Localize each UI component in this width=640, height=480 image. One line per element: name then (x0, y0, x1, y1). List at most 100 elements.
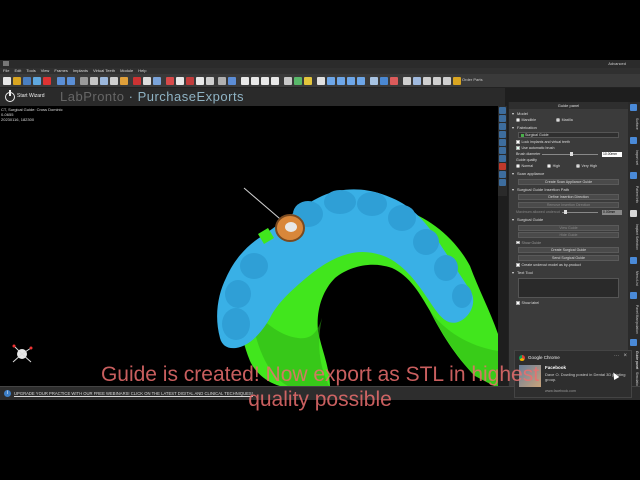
grid-icon[interactable] (143, 77, 151, 85)
define-insertion-button[interactable]: Define Insertion Direction (518, 194, 619, 200)
rotate-icon[interactable] (327, 77, 335, 85)
mandible-radio[interactable] (516, 118, 520, 122)
new-file-icon[interactable] (3, 77, 11, 85)
align-icon[interactable] (284, 77, 292, 85)
redo-icon[interactable] (67, 77, 75, 85)
section-header-text-tool[interactable]: Text Tool (512, 270, 625, 276)
scan-icon[interactable] (228, 77, 236, 85)
implant-tab-icon[interactable] (630, 210, 637, 217)
quality-very-high-radio[interactable] (576, 164, 580, 168)
light-icon[interactable] (304, 77, 312, 85)
close-icon[interactable]: × (623, 353, 627, 359)
tooth-3-icon[interactable] (261, 77, 269, 85)
tab-implant-selection[interactable]: Implant Selection (629, 219, 639, 255)
more-options-icon[interactable]: ··· (614, 353, 619, 359)
copy-icon[interactable] (90, 77, 98, 85)
guide-tab-icon[interactable] (630, 339, 637, 346)
start-wizard-button[interactable]: Start Wizard (17, 93, 45, 99)
manipulation-tab-icon[interactable] (630, 292, 637, 299)
tab-menu-list[interactable]: Menu List (629, 266, 639, 290)
upgrade-webinar-link[interactable]: UPGRADE YOUR PRACTICE WITH OUR FREE WEBI… (14, 391, 253, 396)
clip-view-icon[interactable] (499, 163, 506, 170)
sleeve-icon[interactable] (206, 77, 214, 85)
section-header-scan-appliance[interactable]: Scan appliance (512, 171, 625, 177)
undercut-knob[interactable] (564, 210, 567, 214)
undercut-model-checkbox[interactable] (516, 263, 520, 267)
section-header-insertion[interactable]: Surgical Guide Insertion Path (512, 187, 625, 193)
view-back-icon[interactable] (499, 115, 506, 122)
measure-icon[interactable] (110, 77, 118, 85)
clip-icon[interactable] (390, 77, 398, 85)
order-parts-button[interactable]: Order Parts (462, 77, 483, 82)
create-scan-appliance-button[interactable]: Create Scan Appliance Guide (518, 178, 619, 185)
ruler-icon[interactable] (370, 77, 378, 85)
reset-view-icon[interactable] (499, 155, 506, 162)
quality-high-radio[interactable] (547, 164, 551, 168)
implant-icon[interactable] (176, 77, 184, 85)
save-icon[interactable] (23, 77, 31, 85)
screenshot-icon[interactable] (423, 77, 431, 85)
power-icon[interactable] (5, 90, 15, 102)
view-right-icon[interactable] (499, 131, 506, 138)
order-parts-icon[interactable] (453, 77, 461, 85)
3d-viewport[interactable]: CT, Surgical Guide: Cross Dominic 0-0655… (0, 106, 498, 386)
menu-tab-icon[interactable] (630, 257, 637, 264)
draw-icon[interactable] (120, 77, 128, 85)
print-icon[interactable] (443, 77, 451, 85)
tooth-4-icon[interactable] (271, 77, 279, 85)
tab-panel-manipulation[interactable]: Panel Manipulation (629, 301, 639, 337)
tab-surface[interactable]: Surface (629, 113, 639, 135)
tab-import-set[interactable]: Import set (629, 146, 639, 170)
quality-normal-radio[interactable] (516, 164, 520, 168)
section-header-fabrication[interactable]: Fabrication (512, 125, 625, 131)
fabrication-type-select[interactable]: Surgical Guide (518, 132, 619, 138)
fullscreen-icon[interactable] (499, 179, 506, 186)
view-bottom-icon[interactable] (499, 147, 506, 154)
fit-view-icon[interactable] (357, 77, 365, 85)
view-guide-button[interactable]: View Guide (518, 224, 619, 231)
surface-tab-icon[interactable] (630, 104, 637, 111)
undo-icon[interactable] (57, 77, 65, 85)
marker-icon[interactable] (133, 77, 141, 85)
pan-icon[interactable] (347, 77, 355, 85)
show-label-checkbox[interactable] (516, 301, 520, 305)
angle-icon[interactable] (380, 77, 388, 85)
section-header-surgical-guide[interactable]: Surgical Guide (512, 217, 625, 223)
hide-guide-button[interactable]: Hide Guide (518, 232, 619, 238)
patient-tab-icon[interactable] (630, 172, 637, 179)
orientation-gizmo-icon[interactable] (10, 342, 34, 366)
tab-patient-info[interactable]: Patient Info (629, 181, 639, 209)
create-surgical-guide-button[interactable]: Create Surgical Guide (518, 247, 619, 253)
cut-icon[interactable] (80, 77, 88, 85)
settings-gear-icon[interactable] (317, 77, 325, 85)
undercut-value[interactable]: 0.00mm (602, 209, 622, 215)
tooth-2-icon[interactable] (251, 77, 259, 85)
nerve-icon[interactable] (186, 77, 194, 85)
segment-icon[interactable] (294, 77, 302, 85)
undercut-slider[interactable]: Maximum allowed undercut 0.00mm (512, 209, 625, 215)
show-guide-checkbox[interactable] (516, 240, 520, 245)
undercut-track[interactable] (562, 211, 598, 213)
auto-brush-checkbox[interactable] (516, 146, 520, 150)
slider-knob[interactable] (570, 152, 573, 156)
tooth-icon[interactable] (241, 77, 249, 85)
list-icon[interactable] (218, 77, 226, 85)
remove-insertion-button[interactable]: Remove Insertion Direction (518, 201, 619, 208)
save-as-icon[interactable] (33, 77, 41, 85)
layers-icon[interactable] (413, 77, 421, 85)
send-surgical-guide-button[interactable]: Send Surgical Guide (518, 254, 619, 261)
open-folder-icon[interactable] (13, 77, 21, 85)
view-front-icon[interactable] (499, 107, 506, 114)
close-case-icon[interactable] (43, 77, 51, 85)
view-top-icon[interactable] (499, 139, 506, 146)
report-icon[interactable] (433, 77, 441, 85)
implant-red-icon[interactable] (166, 77, 174, 85)
paste-icon[interactable] (100, 77, 108, 85)
text-tool-input[interactable] (518, 278, 619, 298)
layout-icon[interactable] (499, 171, 506, 178)
import-tab-icon[interactable] (630, 137, 637, 144)
cross-section-icon[interactable] (403, 77, 411, 85)
view-left-icon[interactable] (499, 123, 506, 130)
zoom-icon[interactable] (337, 77, 345, 85)
lock-implants-checkbox[interactable] (516, 140, 520, 144)
